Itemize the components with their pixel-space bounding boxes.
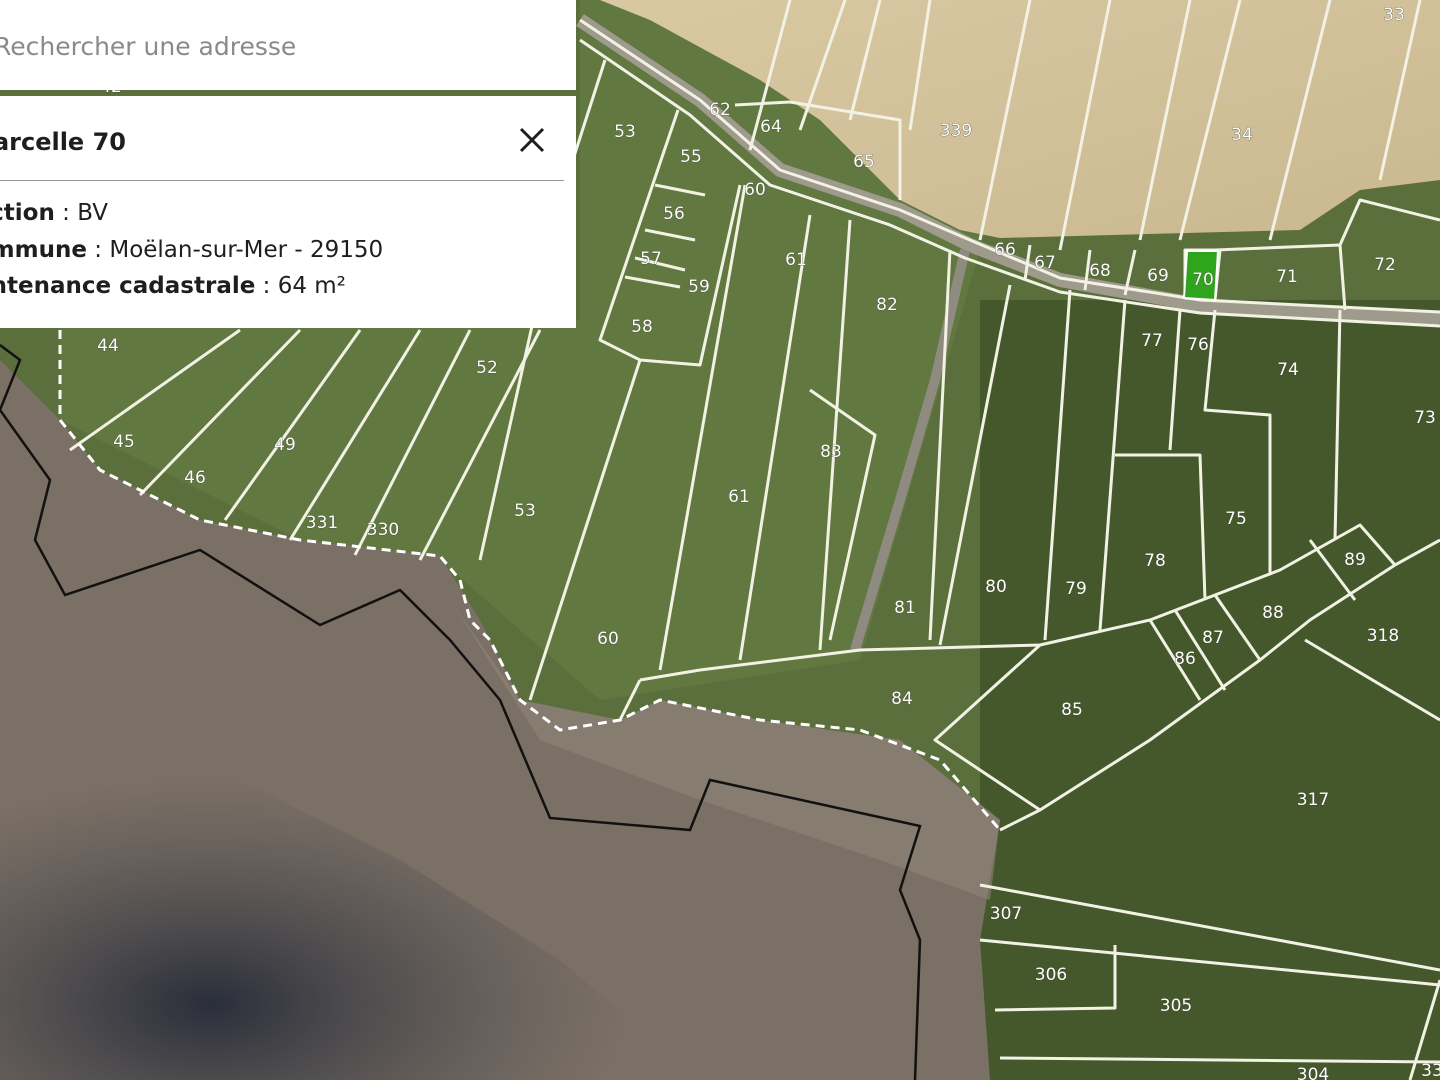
contenance-row: Contenance cadastrale : 64 m²: [0, 273, 346, 299]
contenance-value: 64 m²: [277, 273, 346, 299]
parcel-label-69: 69: [1147, 266, 1169, 286]
parcel-label-58: 58: [631, 317, 653, 337]
parcel-label-83: 83: [820, 442, 842, 462]
parcel-label-87: 87: [1202, 628, 1224, 648]
section-label: Section: [0, 200, 55, 226]
parcel-label-65: 65: [853, 152, 875, 172]
parcel-label-67: 67: [1034, 253, 1056, 273]
parcel-label-318: 318: [1367, 626, 1399, 646]
search-bar: [0, 0, 576, 90]
parcel-label-80: 80: [985, 577, 1007, 597]
contenance-label: Contenance cadastrale: [0, 273, 256, 299]
commune-label: Commune: [0, 237, 87, 263]
parcel-label-44: 44: [97, 336, 119, 356]
parcel-label-339: 339: [940, 121, 972, 141]
parcel-label-77: 77: [1141, 331, 1163, 351]
parcel-label-53: 53: [514, 501, 536, 521]
parcel-label-75: 75: [1225, 509, 1247, 529]
parcel-label-317: 317: [1297, 790, 1329, 810]
parcel-label-72: 72: [1374, 255, 1396, 275]
parcel-label-81: 81: [894, 598, 916, 618]
parcel-label-82: 82: [876, 295, 898, 315]
parcel-label-55: 55: [680, 147, 702, 167]
parcel-label-89: 89: [1344, 550, 1366, 570]
parcel-label-70: 70: [1192, 270, 1214, 290]
parcel-label-305: 305: [1160, 996, 1192, 1016]
parcel-label-85: 85: [1061, 700, 1083, 720]
parcel-label-60: 60: [597, 629, 619, 649]
parcel-label-73: 73: [1414, 408, 1436, 428]
parcel-label-330: 330: [367, 520, 399, 540]
close-icon[interactable]: [514, 122, 550, 158]
parcel-label-33: 33: [1421, 1061, 1440, 1080]
parcel-label-76: 76: [1187, 335, 1209, 355]
search-input[interactable]: [0, 22, 554, 70]
parcel-label-79: 79: [1065, 579, 1087, 599]
parcel-info-panel: Parcelle 70 Section : BV Commune : Moëla…: [0, 96, 576, 328]
parcel-label-68: 68: [1089, 261, 1111, 281]
parcel-label-71: 71: [1276, 267, 1298, 287]
parcel-label-88: 88: [1262, 603, 1284, 623]
parcel-label-59: 59: [688, 277, 710, 297]
parcel-label-46: 46: [184, 468, 206, 488]
parcel-label-307: 307: [990, 904, 1022, 924]
parcel-label-61: 61: [728, 487, 750, 507]
info-divider: [0, 180, 564, 181]
parcel-label-49: 49: [274, 435, 296, 455]
parcel-label-34: 34: [1231, 125, 1253, 145]
parcel-label-61: 61: [785, 250, 807, 270]
parcel-label-33: 33: [1383, 5, 1405, 25]
parcel-label-57: 57: [640, 249, 662, 269]
parcel-label-56: 56: [663, 204, 685, 224]
section-row: Section : BV: [0, 200, 108, 226]
parcel-label-45: 45: [113, 432, 135, 452]
parcel-label-331: 331: [306, 513, 338, 533]
commune-row: Commune : Moëlan-sur-Mer - 29150: [0, 237, 383, 263]
parcel-label-64: 64: [760, 117, 782, 137]
parcel-label-53: 53: [614, 122, 636, 142]
parcel-label-66: 66: [994, 240, 1016, 260]
parcel-title: Parcelle 70: [0, 128, 126, 156]
parcel-label-62: 62: [709, 100, 731, 120]
parcel-label-60: 60: [744, 180, 766, 200]
commune-value: Moëlan-sur-Mer - 29150: [109, 237, 384, 263]
section-value: BV: [77, 200, 109, 226]
parcel-label-74: 74: [1277, 360, 1299, 380]
parcel-label-52: 52: [476, 358, 498, 378]
parcel-label-84: 84: [891, 689, 913, 709]
parcel-label-78: 78: [1144, 551, 1166, 571]
parcel-label-306: 306: [1035, 965, 1067, 985]
parcel-label-304: 304: [1297, 1065, 1329, 1080]
parcel-label-86: 86: [1174, 649, 1196, 669]
